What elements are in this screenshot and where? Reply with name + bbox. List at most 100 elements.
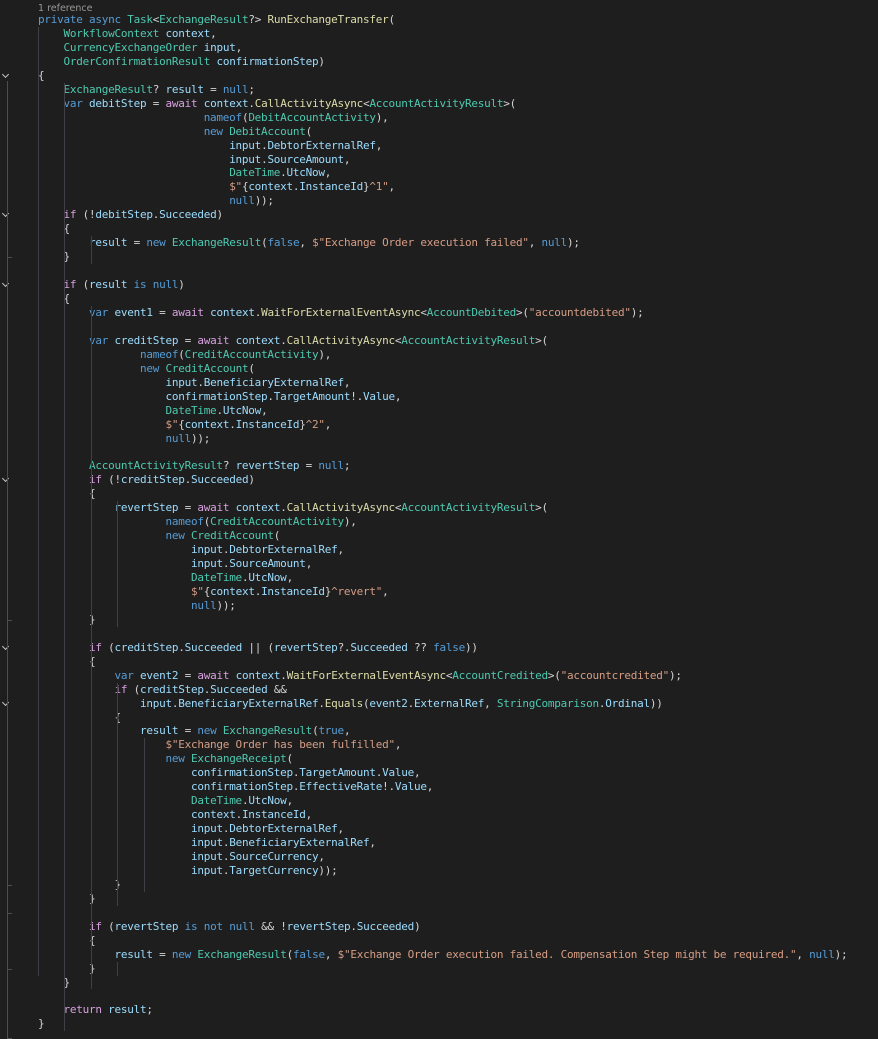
code-line[interactable]: input.BeneficiaryExternalRef, (38, 836, 376, 850)
code-line[interactable]: input.DebtorExternalRef, (38, 822, 344, 836)
code-token: CallActivityAsync (286, 333, 396, 347)
code-line[interactable]: { (38, 934, 96, 948)
code-line[interactable]: input.TargetCurrency)); (38, 864, 338, 878)
code-line[interactable]: DateTime.UtcNow, (38, 571, 293, 585)
code-line[interactable]: DateTime.UtcNow, (38, 404, 267, 418)
code-token: AccountActivityResult (369, 96, 504, 110)
code-line[interactable]: { (38, 487, 96, 501)
code-token: Succeeded (350, 640, 408, 654)
code-line[interactable]: var creditStep = await context.CallActiv… (38, 334, 548, 348)
code-line[interactable]: result = new ExchangeResult(true, (38, 724, 351, 738)
code-token: input (190, 863, 223, 877)
code-line[interactable]: DateTime.UtcNow, (38, 794, 293, 808)
fold-chevron-icon[interactable] (2, 213, 10, 219)
code-line[interactable]: private async Task<ExchangeResult?> RunE… (38, 13, 395, 27)
code-line[interactable]: { (38, 711, 121, 725)
code-line[interactable]: } (38, 878, 121, 892)
code-line[interactable]: new DebitAccount( (38, 125, 313, 139)
code-line[interactable]: new ExchangeReceipt( (38, 752, 293, 766)
code-token: , (305, 808, 313, 822)
code-line[interactable]: } (38, 892, 96, 906)
code-line[interactable]: var debitStep = await context.CallActivi… (38, 96, 517, 111)
code-line[interactable]: if (creditStep.Succeeded && (38, 683, 286, 697)
code-token: var (63, 96, 83, 110)
code-line[interactable]: if (result is null) (38, 278, 185, 292)
code-line[interactable]: input.SourceAmount, (38, 557, 312, 571)
code-token: = (299, 459, 319, 473)
code-token: null (318, 459, 344, 473)
code-line[interactable]: } (38, 613, 96, 627)
code-line[interactable]: OrderConfirmationResult confirmationStep… (38, 55, 326, 69)
code-line[interactable]: input.BeneficiaryExternalRef.Equals(even… (38, 697, 663, 711)
code-line[interactable]: WorkflowContext context, (38, 27, 217, 41)
code-line[interactable]: var event1 = await context.WaitForExtern… (38, 306, 644, 320)
code-line[interactable]: if (!creditStep.Succeeded) (38, 473, 255, 487)
code-token: , (324, 166, 332, 180)
code-line[interactable]: $"{context.InstanceId}^2", (38, 418, 331, 432)
code-line[interactable]: nameof(CreditAccountActivity), (38, 515, 356, 529)
code-token: InstanceId (299, 180, 364, 194)
code-line[interactable]: revertStep = await context.CallActivityA… (38, 501, 548, 515)
code-line[interactable]: null)); (38, 599, 236, 613)
code-token: context (184, 417, 230, 431)
code-token: , (235, 40, 243, 54)
code-token: nameof (139, 347, 179, 361)
code-line[interactable]: confirmationStep.TargetAmount!.Value, (38, 390, 401, 404)
code-line[interactable]: result = new ExchangeResult(false, $"Exc… (38, 236, 580, 250)
fold-chevron-icon[interactable] (2, 646, 10, 652)
code-line[interactable]: context.InstanceId, (38, 808, 312, 822)
code-token: )); (254, 194, 274, 208)
code-line[interactable]: if (revertStep is not null && !revertSte… (38, 920, 421, 934)
code-line[interactable]: new CreditAccount( (38, 529, 280, 543)
code-token: DateTime (190, 794, 242, 808)
code-line[interactable]: input.SourceAmount, (38, 153, 350, 167)
fold-chevron-icon[interactable] (2, 74, 10, 80)
code-token: UtcNow (286, 166, 326, 180)
code-line[interactable]: CurrencyExchangeOrder input, (38, 40, 243, 55)
code-token: } (38, 1017, 45, 1031)
code-token: $"Exchange Order has been fulfilled" (165, 738, 395, 752)
code-line[interactable]: result = new ExchangeResult(false, $"Exc… (38, 948, 847, 962)
code-line[interactable]: $"Exchange Order has been fulfilled", (38, 738, 401, 752)
code-line[interactable]: { (38, 655, 96, 669)
code-token: debitStep (95, 208, 153, 222)
code-line[interactable]: var event2 = await context.WaitForExtern… (38, 668, 681, 683)
code-line[interactable]: confirmationStep.TargetAmount.Value, (38, 766, 421, 780)
code-token: ( (388, 13, 396, 26)
code-line[interactable]: input.SourceCurrency, (38, 850, 325, 864)
code-token: >( (547, 668, 561, 682)
code-line[interactable]: null)); (38, 194, 274, 208)
code-line[interactable]: DateTime.UtcNow, (38, 166, 331, 180)
code-line[interactable]: if (creditStep.Succeeded || (revertStep?… (38, 641, 478, 655)
code-line[interactable]: } (38, 962, 96, 976)
code-line[interactable]: ExchangeResult? result = null; (38, 83, 255, 97)
code-token: ExchangeResult (159, 13, 249, 26)
code-line[interactable]: return result; (38, 1003, 154, 1017)
code-line[interactable]: confirmationStep.EffectiveRate!.Value, (38, 780, 433, 794)
fold-chevron-icon[interactable] (2, 283, 10, 289)
fold-chevron-icon[interactable] (2, 702, 10, 708)
code-token: await (197, 501, 230, 515)
code-line[interactable]: $"{context.InstanceId}^1", (38, 180, 395, 194)
code-token: debitStep (89, 96, 147, 110)
code-line[interactable]: nameof(CreditAccountActivity), (38, 348, 331, 362)
code-token: Value (382, 766, 415, 780)
code-token: WaitForExternalEventAsync (286, 668, 447, 682)
fold-gutter[interactable] (0, 0, 30, 1039)
code-token: ( (101, 640, 115, 654)
code-line[interactable]: new CreditAccount( (38, 362, 255, 376)
code-line[interactable]: nameof(DebitAccountActivity), (38, 111, 389, 125)
fold-chevron-icon[interactable] (2, 478, 10, 484)
code-line[interactable]: input.BeneficiaryExternalRef, (38, 376, 350, 390)
code-token: UtcNow (248, 571, 287, 584)
code-line[interactable]: input.DebtorExternalRef, (38, 543, 344, 557)
code-line[interactable]: } (38, 1017, 45, 1031)
code-line[interactable]: AccountActivityResult? revertStep = null… (38, 459, 351, 473)
code-line[interactable]: if (!debitStep.Succeeded) (38, 208, 224, 222)
code-editor[interactable]: 1 reference private async Task<ExchangeR… (0, 0, 878, 1039)
code-line[interactable]: input.DebtorExternalRef, (38, 139, 382, 153)
